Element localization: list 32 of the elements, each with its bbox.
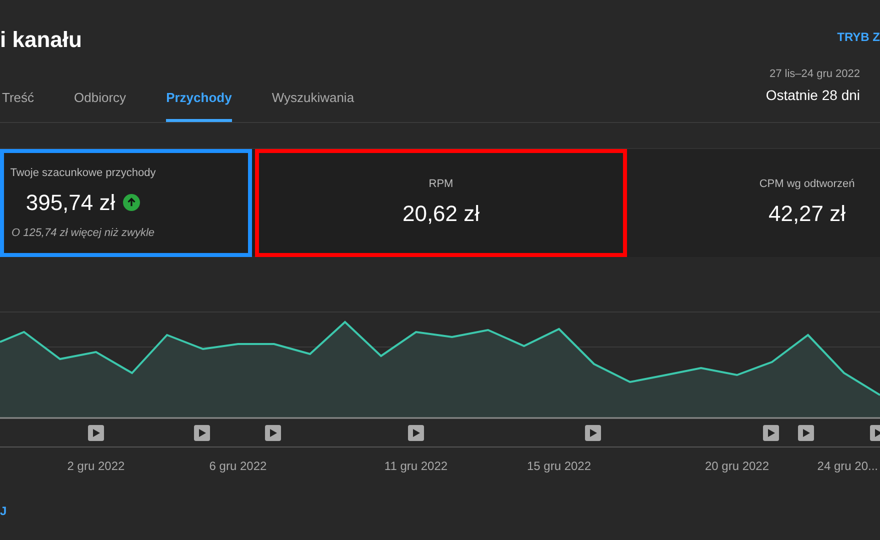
axis-label: 11 gru 2022 xyxy=(384,459,448,473)
axis-label: 2 gru 2022 xyxy=(67,459,125,473)
metric-label: CPM wg odtworzeń xyxy=(759,177,855,192)
period-label[interactable]: Ostatnie 28 dni xyxy=(766,85,860,106)
tab[interactable]: Przychody xyxy=(166,88,232,122)
metric-value: 42,27 zł xyxy=(768,200,846,228)
link[interactable]: J xyxy=(0,502,7,520)
axis-label: 15 gru 2022 xyxy=(526,459,592,473)
tab[interactable]: Odbiorcy xyxy=(74,88,126,122)
mode-link[interactable]: TRYB Z xyxy=(837,28,880,46)
video-marker-icon[interactable] xyxy=(585,425,601,441)
video-marker-icon[interactable] xyxy=(798,425,814,441)
metric-label: RPM xyxy=(428,177,454,192)
axis-label: 20 gru 2022 xyxy=(704,459,770,473)
tab[interactable]: Wyszukiwania xyxy=(272,88,354,122)
axis-label: 24 gru 20... xyxy=(817,459,878,473)
video-marker-icon[interactable] xyxy=(870,425,880,441)
video-marker-icon[interactable] xyxy=(88,425,104,441)
metric-card[interactable]: Twoje szacunkowe przychody 395,74 zł O 125,74 zł więcej niż zwykle xyxy=(0,149,252,257)
date-range: 27 lis–24 gru 2022 xyxy=(769,66,860,82)
video-marker-icon[interactable] xyxy=(763,425,779,441)
metric-value: 20,62 zł xyxy=(402,200,480,228)
video-marker-icon[interactable] xyxy=(265,425,281,441)
video-marker-icon[interactable] xyxy=(408,425,424,441)
metric-value: 395,74 zł xyxy=(26,188,116,216)
axis-label: 6 gru 2022 xyxy=(209,459,267,473)
tab[interactable]: Treść xyxy=(2,88,34,122)
metric-label: Twoje szacunkowe przychody xyxy=(10,166,156,181)
video-marker-icon[interactable] xyxy=(194,425,210,441)
metric-card[interactable]: RPM 20,62 zł xyxy=(255,149,627,257)
metric-note: O 125,74 zł więcej niż zwykle xyxy=(11,226,155,240)
page-title: i kanału xyxy=(0,29,82,51)
